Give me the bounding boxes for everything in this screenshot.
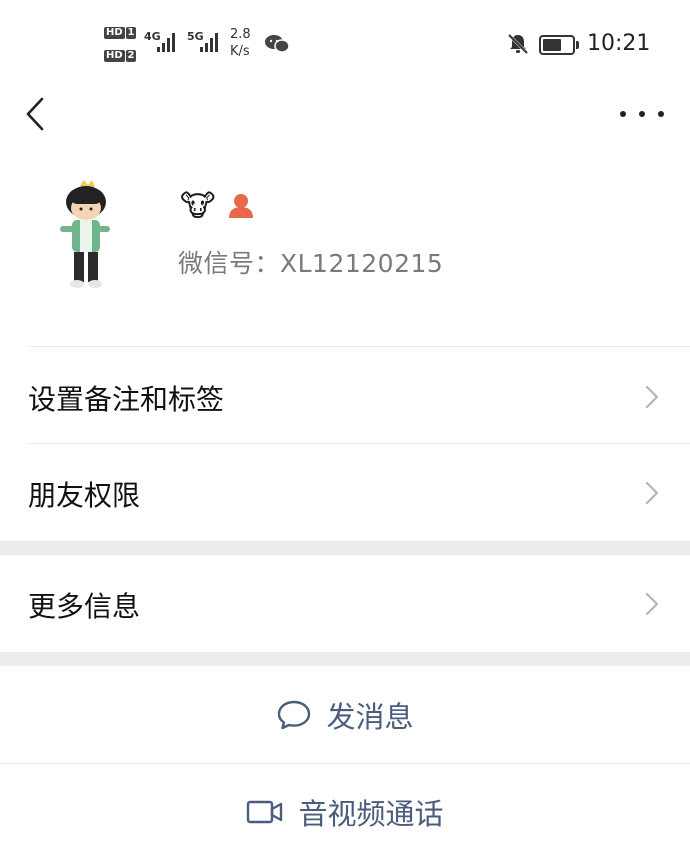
section-gap [0, 541, 690, 555]
mute-bell-icon [507, 33, 529, 55]
menu-item-label: 更多信息 [28, 589, 141, 623]
net-speed-unit: K/s [230, 44, 250, 59]
menu-item-label: 设置备注和标签 [28, 382, 225, 416]
orange-person-icon [229, 194, 253, 218]
back-chevron-icon[interactable] [22, 96, 52, 132]
av-call-button[interactable]: 音视频通话 [0, 765, 690, 859]
net-speed-value: 2.8 [230, 27, 251, 42]
more-dots-icon [620, 111, 626, 117]
send-message-label: 发消息 [326, 700, 414, 734]
av-call-label: 音视频通话 [298, 797, 444, 831]
menu-item-more-info[interactable]: 更多信息 [0, 557, 690, 652]
chevron-right-icon [645, 385, 659, 409]
battery-icon [539, 35, 579, 55]
sim-2-badge: 2 [126, 50, 136, 62]
section-gap [0, 652, 690, 666]
sim-1-badge: 1 [126, 27, 136, 39]
signal-bars-2-icon [200, 33, 218, 52]
status-bar: HD 1 HD 2 4G 5G 2.8 K/s 10:21 [0, 0, 690, 90]
video-camera-icon [247, 800, 283, 824]
status-time: 10:21 [587, 31, 651, 56]
menu-item-label: 朋友权限 [28, 478, 141, 512]
chevron-right-icon [645, 592, 659, 616]
wechat-id: 微信号：XL12120215 [178, 249, 444, 278]
divider [28, 346, 690, 347]
send-message-button[interactable]: 发消息 [0, 668, 690, 762]
wechat-icon [265, 35, 290, 53]
chat-bubble-icon [278, 700, 311, 730]
hd-badge-2: HD [104, 50, 125, 62]
signal-bars-1-icon [157, 33, 175, 52]
chevron-right-icon [645, 481, 659, 505]
menu-item-remark-tags[interactable]: 设置备注和标签 [0, 350, 690, 445]
menu-item-friend-permissions[interactable]: 朋友权限 [0, 446, 690, 541]
avatar[interactable] [50, 180, 122, 295]
more-options-button[interactable] [620, 100, 664, 128]
divider [28, 443, 690, 444]
cow-emoji-icon: 🐮 [180, 189, 216, 224]
hd-badge-1: HD [104, 27, 125, 39]
divider [0, 763, 690, 764]
